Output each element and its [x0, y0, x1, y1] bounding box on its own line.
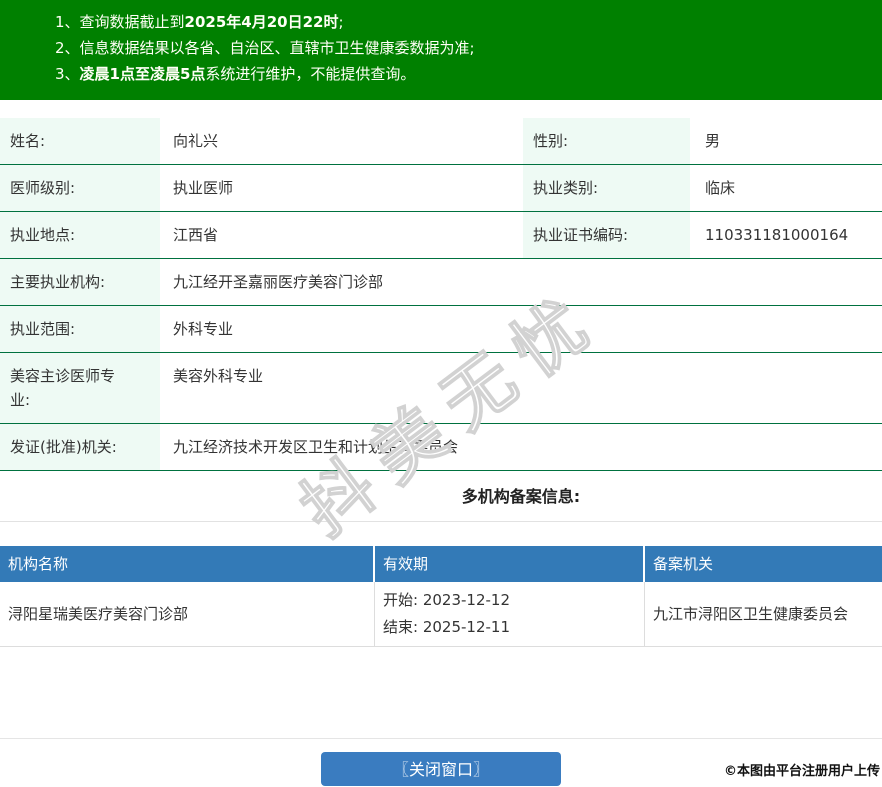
practice-scope-value: 外科专业: [160, 306, 882, 353]
main-institution-value: 九江经开圣嘉丽医疗美容门诊部: [160, 259, 882, 306]
name-label: 姓名:: [0, 118, 160, 165]
issuing-authority-value: 九江经济技术开发区卫生和计划生育委员会: [160, 424, 882, 471]
upload-credit-text: ©本图由平台注册用户上传: [723, 764, 880, 779]
notice-1-suffix: ;: [338, 13, 344, 31]
doctor-level-label: 医师级别:: [0, 165, 160, 212]
footer-divider: [0, 738, 882, 739]
org-name-header: 机构名称: [0, 546, 375, 582]
notice-line-1: 1、查询数据截止到2025年4月20日22时;: [55, 9, 862, 35]
practice-location-label: 执业地点:: [0, 212, 160, 259]
filing-table: 机构名称 有效期 备案机关 浔阳星瑞美医疗美容门诊部 开始: 2023-12-1…: [0, 546, 882, 647]
certificate-number-label: 执业证书编码:: [523, 212, 690, 259]
validity-cell: 开始: 2023-12-12 结束: 2025-12-11: [375, 582, 645, 647]
validity-header: 有效期: [375, 546, 645, 582]
table-row: 执业地点: 江西省 执业证书编码: 110331181000164: [0, 212, 882, 259]
table-row: 姓名: 向礼兴 性别: 男: [0, 118, 882, 165]
gender-value: 男: [690, 118, 882, 165]
table-row: 执业范围: 外科专业: [0, 306, 882, 353]
filing-authority-cell: 九江市浔阳区卫生健康委员会: [645, 582, 882, 647]
name-value: 向礼兴: [160, 118, 523, 165]
start-date: 2023-12-12: [422, 591, 511, 609]
notice-3-suffix: 系统进行维护，不能提供查询。: [205, 65, 416, 83]
filing-authority-header: 备案机关: [645, 546, 882, 582]
notice-1-bold: 2025年4月20日22时: [184, 13, 339, 31]
start-label: 开始:: [383, 591, 419, 609]
filing-data-row: 浔阳星瑞美医疗美容门诊部 开始: 2023-12-12 结束: 2025-12-…: [0, 582, 882, 647]
org-name-cell: 浔阳星瑞美医疗美容门诊部: [0, 582, 375, 647]
notice-1-text: 1、查询数据截止到: [55, 13, 185, 31]
table-row: 医师级别: 执业医师 执业类别: 临床: [0, 165, 882, 212]
notice-2-text: 2、信息数据结果以各省、自治区、直辖市卫生健康委数据为准;: [55, 39, 475, 57]
filing-header-row: 机构名称 有效期 备案机关: [0, 546, 882, 582]
section-divider: [0, 521, 882, 522]
practitioner-info-table: 姓名: 向礼兴 性别: 男 医师级别: 执业医师 执业类别: 临床 执业地点: …: [0, 118, 882, 471]
practice-scope-label: 执业范围:: [0, 306, 160, 353]
cosmetic-specialty-label: 美容主诊医师专业:: [0, 353, 160, 424]
doctor-level-value: 执业医师: [160, 165, 523, 212]
practice-location-value: 江西省: [160, 212, 523, 259]
notice-banner: 1、查询数据截止到2025年4月20日22时; 2、信息数据结果以各省、自治区、…: [0, 0, 882, 100]
practice-category-label: 执业类别:: [523, 165, 690, 212]
cosmetic-specialty-value: 美容外科专业: [160, 353, 882, 424]
notice-line-3: 3、凌晨1点至凌晨5点系统进行维护，不能提供查询。: [55, 61, 862, 87]
table-row: 美容主诊医师专业: 美容外科专业: [0, 353, 882, 424]
validity-start: 开始: 2023-12-12: [383, 587, 636, 614]
notice-line-2: 2、信息数据结果以各省、自治区、直辖市卫生健康委数据为准;: [55, 35, 862, 61]
main-institution-label: 主要执业机构:: [0, 259, 160, 306]
certificate-number-value: 110331181000164: [690, 212, 882, 259]
practice-category-value: 临床: [690, 165, 882, 212]
gender-label: 性别:: [523, 118, 690, 165]
table-row: 发证(批准)机关: 九江经济技术开发区卫生和计划生育委员会: [0, 424, 882, 471]
table-row: 主要执业机构: 九江经开圣嘉丽医疗美容门诊部: [0, 259, 882, 306]
validity-end: 结束: 2025-12-11: [383, 614, 636, 641]
issuing-authority-label: 发证(批准)机关:: [0, 424, 160, 471]
filing-section-title: 多机构备案信息:: [461, 487, 581, 506]
notice-3-bold: 凌晨1点至凌晨5点: [79, 65, 206, 83]
notice-3-text: 3、: [55, 65, 80, 83]
end-date: 2025-12-11: [422, 618, 511, 636]
end-label: 结束:: [383, 618, 419, 636]
